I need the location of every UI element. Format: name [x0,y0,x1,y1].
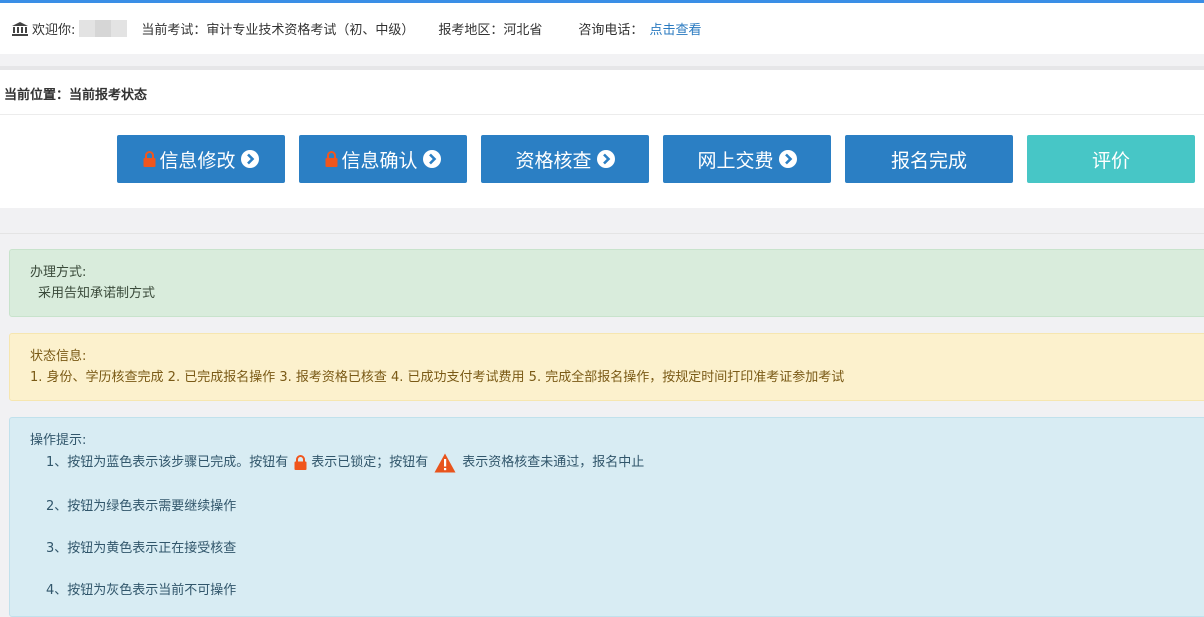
separator [0,208,1204,233]
bank-icon [12,21,28,36]
tips-title: 操作提示: [30,433,87,448]
separator-line [0,233,1204,234]
chevron-right-circle-icon [596,150,615,168]
welcome-label: 欢迎你: [32,23,76,38]
step-online-payment-button[interactable]: 网上交费 [663,135,831,183]
phone-label: 咨询电话： [578,23,644,38]
step-info-confirm-button[interactable]: 信息确认 [299,135,467,183]
method-alert: 办理方式: 采用告知承诺制方式 [9,249,1204,317]
divider [0,114,1204,115]
tip-line-1: 1、按钮为蓝色表示该步骤已完成。按钮有 表示已锁定；按钮有 表示资格核查未通过，… [46,452,644,473]
tip-text: 3、按钮为黄色表示正在接受核查 [46,541,237,556]
separator [0,54,1204,66]
tips-alert: 操作提示: 1、按钮为蓝色表示该步骤已完成。按钮有 表示已锁定；按钮有 表示资格… [9,417,1204,617]
step-label: 评价 [1091,149,1130,172]
tip-line-4: 4、按钮为灰色表示当前不可操作 [46,580,236,601]
top-info-bar: 欢迎你: 当前考试：审计专业技术资格考试（初、中级） 报考地区：河北省 咨询电话… [0,3,1204,54]
phone-view-link[interactable]: 点击查看 [649,19,701,38]
chevron-right-circle-icon [778,150,797,168]
step-label: 信息修改 [159,149,236,172]
lock-icon [294,455,307,470]
status-alert: 状态信息: 1. 身份、学历核查完成 2. 已完成报名操作 3. 报考资格已核查… [9,333,1204,401]
exam-area-label: 报考地区：河北省 [438,23,543,38]
chevron-right-circle-icon [422,150,441,168]
tip-text: 表示已锁定；按钮有 [311,455,429,470]
step-label: 网上交费 [697,149,774,172]
step-label: 资格核查 [515,149,592,172]
tip-text: 4、按钮为灰色表示当前不可操作 [46,583,237,598]
step-registration-complete-button[interactable]: 报名完成 [845,135,1013,183]
method-content: 采用告知承诺制方式 [38,286,156,301]
step-info-edit-button[interactable]: 信息修改 [117,135,285,183]
lock-icon [143,151,156,167]
warning-icon [434,453,456,472]
method-title: 办理方式: [30,265,87,280]
current-exam-label: 当前考试：审计专业技术资格考试（初、中级） [141,23,415,38]
status-title: 状态信息: [30,349,87,364]
chevron-right-circle-icon [240,150,259,168]
tip-text: 1、按钮为蓝色表示该步骤已完成。按钮有 [46,455,289,470]
lock-icon [325,151,338,167]
breadcrumb: 当前位置：当前报考状态 [4,88,148,103]
tip-text: 表示资格核查未通过，报名中止 [462,455,645,470]
step-qualification-check-button[interactable]: 资格核查 [481,135,649,183]
user-name-redacted [79,20,128,37]
step-label: 报名完成 [890,149,967,172]
step-evaluate-button[interactable]: 评价 [1027,135,1195,183]
tip-line-2: 2、按钮为绿色表示需要继续操作 [46,496,236,517]
tip-text: 2、按钮为绿色表示需要继续操作 [46,499,237,514]
tip-line-3: 3、按钮为黄色表示正在接受核查 [46,538,236,559]
status-panel: 当前位置：当前报考状态 信息修改 信息确认 资格核查 网上交费 报名完成 评价 [0,70,1204,208]
status-content: 1. 身份、学历核查完成 2. 已完成报名操作 3. 报考资格已核查 4. 已成… [30,370,845,385]
step-label: 信息确认 [341,149,418,172]
